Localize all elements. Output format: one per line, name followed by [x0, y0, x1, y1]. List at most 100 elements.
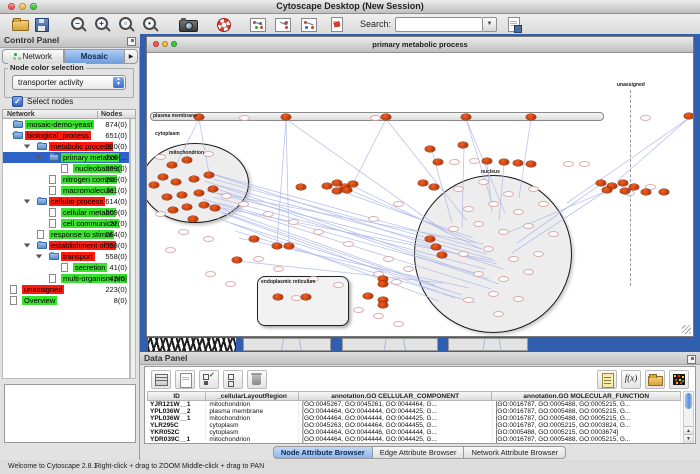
graph-node[interactable]: [596, 180, 606, 186]
float-panel-icon[interactable]: [687, 355, 696, 364]
graph-node[interactable]: [284, 243, 294, 249]
column-header[interactable]: _cellularLayoutRegion: [206, 391, 299, 401]
graph-edge[interactable]: [286, 119, 289, 243]
graph-node[interactable]: [177, 192, 187, 198]
zoom-in-icon[interactable]: +: [93, 16, 111, 32]
graph-node[interactable]: [433, 159, 443, 165]
network-minimize-button[interactable]: [162, 41, 168, 47]
tree-row[interactable]: cellular metabo209(0): [3, 207, 129, 218]
network-window-titlebar[interactable]: primary metabolic process: [147, 37, 693, 53]
function-builder-icon[interactable]: f(x): [621, 370, 641, 389]
graph-node[interactable]: [458, 142, 468, 148]
graph-edge[interactable]: [347, 189, 477, 243]
graph-node[interactable]: [418, 180, 428, 186]
graph-node[interactable]: [332, 188, 342, 194]
graph-node[interactable]: [171, 179, 181, 185]
expand-arrow-icon[interactable]: [36, 156, 42, 160]
graph-node[interactable]: [149, 182, 159, 188]
graph-node[interactable]: [425, 146, 435, 152]
tree-row[interactable]: transport558(0): [3, 251, 129, 262]
graph-node[interactable]: [378, 281, 388, 287]
network-canvas[interactable]: plasma membrane cytoplasm mitochondrion …: [147, 53, 693, 336]
graph-node[interactable]: [182, 204, 192, 210]
tree-row[interactable]: primary metabol209(...: [3, 152, 129, 163]
graph-node[interactable]: [273, 294, 283, 300]
new-attribute-icon[interactable]: [175, 370, 195, 389]
graph-edge[interactable]: [512, 187, 612, 253]
more-tabs-arrow-icon[interactable]: ▶: [125, 49, 138, 64]
graph-node[interactable]: [684, 113, 693, 119]
graph-node[interactable]: [437, 252, 447, 258]
expand-arrow-icon[interactable]: [24, 145, 30, 149]
background-network-window[interactable]: [342, 338, 438, 351]
graph-node[interactable]: [348, 181, 358, 187]
float-panel-icon[interactable]: [127, 37, 136, 46]
column-header[interactable]: annotation.GO MOLECULAR_FUNCTION: [492, 391, 681, 401]
graph-node[interactable]: [210, 205, 220, 211]
graph-node[interactable]: [641, 189, 651, 195]
graph-node[interactable]: [296, 184, 306, 190]
graph-node[interactable]: [168, 207, 178, 213]
node-color-dropdown[interactable]: transporter activity ▲▼: [12, 75, 126, 90]
table-row[interactable]: YPL036W__1mitochondrion[GO:0044464, GO:0…: [147, 415, 681, 422]
table-row[interactable]: YLR295Ccytoplasm[GO:0045263, GO:0044464,…: [147, 422, 681, 429]
import-attributes-icon[interactable]: [645, 370, 665, 389]
attribute-table-header[interactable]: ID_cellularLayoutRegionannotation.GO CEL…: [147, 391, 681, 401]
network-overview-icon[interactable]: [249, 16, 267, 32]
tree-row[interactable]: metabolic process280(0): [3, 141, 129, 152]
graph-node[interactable]: [381, 114, 391, 120]
zoom-out-icon[interactable]: −: [69, 16, 87, 32]
resize-grip[interactable]: [682, 325, 691, 334]
graph-node[interactable]: [272, 243, 282, 249]
tree-row[interactable]: cell communicat22(0): [3, 218, 129, 229]
graph-edge[interactable]: [199, 119, 209, 173]
tree-row[interactable]: nitrogen compo209(0): [3, 174, 129, 185]
graph-node[interactable]: [499, 159, 509, 165]
column-header[interactable]: ID: [147, 391, 206, 401]
scrollbar-thumb[interactable]: [685, 393, 692, 409]
expand-arrow-icon[interactable]: [24, 244, 30, 248]
graph-node[interactable]: [188, 216, 198, 222]
tree-row[interactable]: Overview8(0): [3, 295, 129, 306]
graph-edge[interactable]: [352, 119, 386, 186]
graph-edge[interactable]: [235, 231, 475, 303]
zoom-selected-region-icon[interactable]: ▫: [117, 16, 135, 32]
graph-node[interactable]: [301, 294, 311, 300]
tree-row[interactable]: establishment of lo558(0): [3, 240, 129, 251]
graph-node[interactable]: [199, 202, 209, 208]
table-row[interactable]: YPL036W__2plasma membrane[GO:0044464, GO…: [147, 408, 681, 415]
save-session-icon[interactable]: [33, 16, 51, 32]
minimize-window-button[interactable]: [19, 3, 26, 10]
network-maximize-button[interactable]: [171, 41, 177, 47]
edit-network-icon[interactable]: [328, 16, 346, 32]
tab-network-attribute-browser[interactable]: Network Attribute Browser: [463, 446, 566, 459]
save-search-icon[interactable]: [505, 16, 523, 32]
select-nodes-checkbox[interactable]: ✓: [12, 96, 23, 107]
search-dropdown-icon[interactable]: ▼: [483, 17, 497, 32]
table-scrollbar[interactable]: ▲ ▼: [683, 391, 694, 443]
background-network-window[interactable]: [148, 338, 236, 351]
tree-row[interactable]: unassigned223(0): [3, 284, 129, 295]
graph-node[interactable]: [322, 183, 332, 189]
tree-scrollbar[interactable]: [130, 119, 136, 379]
layout-tool-b-icon[interactable]: [300, 16, 318, 32]
expand-arrow-icon[interactable]: [36, 255, 42, 259]
maximize-window-button[interactable]: [30, 3, 37, 10]
graph-node[interactable]: [342, 187, 352, 193]
help-icon[interactable]: [215, 16, 233, 32]
graph-node[interactable]: [431, 244, 441, 250]
tree-row[interactable]: macromolecule311(0): [3, 185, 129, 196]
open-file-icon[interactable]: [11, 16, 29, 32]
graph-node[interactable]: [158, 174, 168, 180]
column-header[interactable]: annotation.GO CELLULAR_COMPONENT: [299, 391, 493, 401]
graph-edge[interactable]: [217, 218, 439, 301]
network-close-button[interactable]: [153, 41, 159, 47]
attribute-table-icon[interactable]: [151, 370, 171, 389]
tree-row[interactable]: multi-organism pro42(0): [3, 273, 129, 284]
table-row[interactable]: YDR039C__1mitochondrion[GO:0044464, GO:0…: [147, 436, 681, 443]
tree-row[interactable]: biological_process651(0): [3, 130, 129, 141]
graph-node[interactable]: [513, 160, 523, 166]
tree-row[interactable]: cellular process614(0): [3, 196, 129, 207]
zoom-to-fit-icon[interactable]: •: [141, 16, 159, 32]
graph-node[interactable]: [189, 176, 199, 182]
